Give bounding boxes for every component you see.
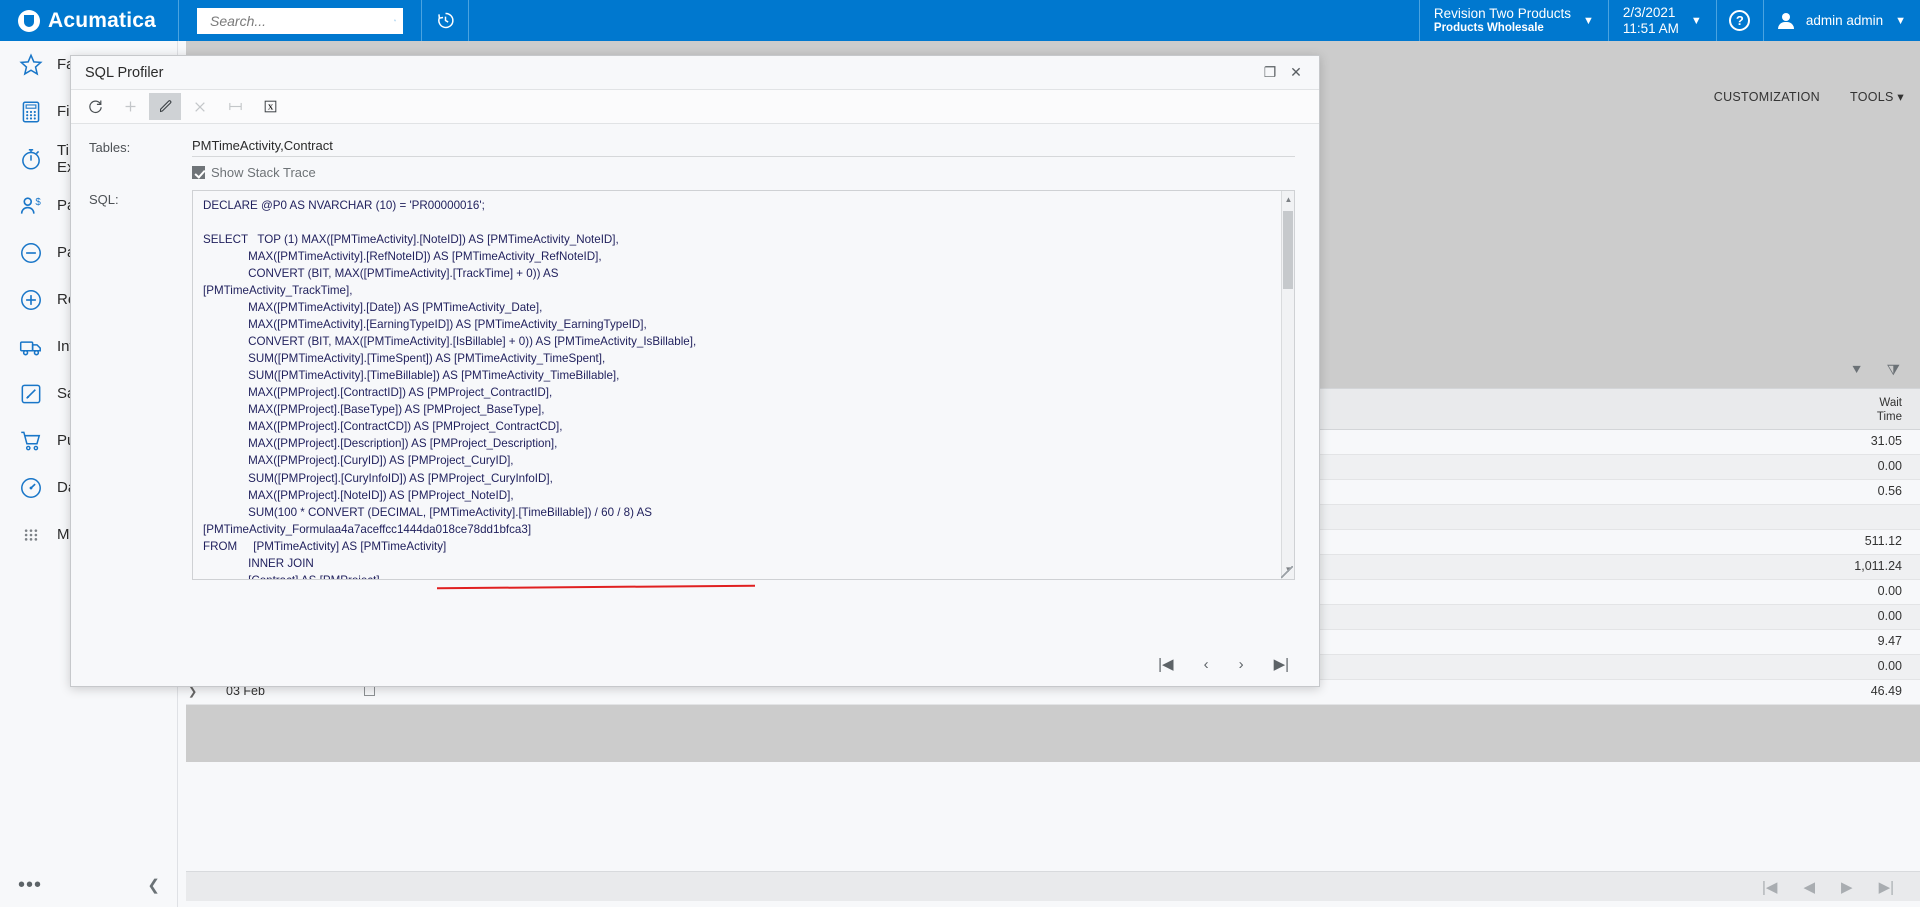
page-prev-button[interactable]: ◀ <box>1803 878 1815 896</box>
gauge-icon <box>18 475 44 501</box>
help-button[interactable]: ? <box>1717 0 1763 41</box>
column-config-icon[interactable]: ⯆ <box>1851 362 1863 379</box>
grid-toolbar-right: ⯆ ⧩ <box>1851 362 1900 379</box>
scrollbar-thumb[interactable] <box>1283 211 1293 289</box>
page-last-button[interactable]: ▶| <box>1879 878 1894 896</box>
filter-icon[interactable]: ⧩ <box>1887 362 1900 379</box>
dialog-last-button[interactable]: ▶| <box>1274 655 1289 673</box>
acumatica-logo-icon <box>18 9 40 32</box>
close-icon[interactable]: ✕ <box>1283 64 1309 81</box>
cell-wait-time: 511.12 <box>1864 534 1902 548</box>
truck-icon <box>18 334 44 360</box>
dialog-pager: |◀ ‹ › ▶| <box>71 644 1319 684</box>
resize-grip[interactable] <box>1281 566 1293 578</box>
ellipsis-icon[interactable]: ••• <box>18 874 42 897</box>
sql-textarea[interactable]: DECLARE @P0 AS NVARCHAR (10) = 'PR000000… <box>192 190 1295 580</box>
chevron-down-icon: ▼ <box>1690 14 1702 27</box>
svg-text:$: $ <box>35 196 41 207</box>
current-date: 2/3/2021 <box>1622 4 1676 20</box>
sql-label: SQL: <box>89 192 119 207</box>
dialog-next-button[interactable]: › <box>1239 656 1244 673</box>
search-icon[interactable] <box>394 12 396 29</box>
show-stack-trace-checkbox[interactable]: Show Stack Trace <box>192 165 1295 180</box>
refresh-icon[interactable] <box>79 93 111 120</box>
page-first-button[interactable]: |◀ <box>1762 878 1777 896</box>
brand-logo-area[interactable]: Acumatica <box>0 0 178 41</box>
sql-field-row: SQL: DECLARE @P0 AS NVARCHAR (10) = 'PR0… <box>71 190 1319 580</box>
dialog-toolbar: X <box>71 89 1319 124</box>
stopwatch-icon <box>18 146 44 172</box>
minus-circle-icon <box>18 240 44 266</box>
star-icon <box>18 52 44 78</box>
tables-label: Tables: <box>89 140 131 155</box>
shopping-cart-icon <box>18 428 44 454</box>
dialog-body: Tables: PMTimeActivity,Contract Show Sta… <box>71 124 1319 684</box>
red-strikethrough-annotation <box>436 584 756 590</box>
show-stack-trace-label: Show Stack Trace <box>211 165 316 180</box>
tools-menu[interactable]: TOOLS ▾ <box>1850 89 1904 104</box>
sql-profiler-dialog: SQL Profiler ❐ ✕ X Tables: PMTimeActivit… <box>70 55 1320 687</box>
cell-wait-time: 46.49 <box>1870 684 1902 698</box>
top-header: Acumatica Revision Two Products Products… <box>0 0 1920 41</box>
page-pager: |◀ ◀ ▶ ▶| <box>186 871 1920 901</box>
svg-text:X: X <box>267 102 273 111</box>
delete-icon[interactable] <box>184 93 216 120</box>
cell-wait-time: 9.47 <box>1877 634 1902 648</box>
edit-pencil-icon[interactable] <box>149 93 181 120</box>
pencil-square-icon <box>18 381 44 407</box>
page-next-button[interactable]: ▶ <box>1841 878 1853 896</box>
person-dollar-icon: $ <box>18 193 44 219</box>
cell-wait-time: 1,011.24 <box>1854 559 1902 573</box>
page-header-right: CUSTOMIZATION TOOLS ▾ <box>1714 89 1904 105</box>
company-branch: Products Wholesale <box>1433 21 1544 34</box>
chevron-left-icon[interactable]: ❮ <box>147 876 160 894</box>
sidebar-footer: ••• ❮ <box>0 863 178 907</box>
chevron-down-icon: ▾ <box>1897 90 1904 104</box>
user-name: admin admin <box>1805 13 1884 28</box>
calculator-icon <box>18 99 44 125</box>
checkbox-icon <box>192 166 205 179</box>
clock-history-icon <box>437 12 454 29</box>
cell-wait-time: 0.56 <box>1877 484 1902 498</box>
avatar-icon <box>1777 12 1794 29</box>
cell-wait-time: 0.00 <box>1877 459 1902 473</box>
dialog-prev-button[interactable]: ‹ <box>1204 656 1209 673</box>
plus-circle-icon <box>18 287 44 313</box>
fit-width-icon[interactable] <box>219 93 251 120</box>
export-excel-icon[interactable]: X <box>254 93 286 120</box>
tables-field-row: Tables: PMTimeActivity,Contract <box>71 138 1319 157</box>
datetime-selector[interactable]: 2/3/2021 11:51 AM ▼ <box>1609 0 1716 41</box>
grid-dots-icon <box>18 522 44 548</box>
brand-name: Acumatica <box>48 8 157 32</box>
sql-scrollbar[interactable]: ▲ ▼ <box>1281 191 1294 579</box>
company-name: Revision Two Products <box>1433 6 1571 22</box>
column-header-wait-time[interactable]: Wait Time <box>1877 397 1902 424</box>
sql-text[interactable]: DECLARE @P0 AS NVARCHAR (10) = 'PR000000… <box>193 191 1281 579</box>
question-mark-icon: ? <box>1729 10 1751 31</box>
user-menu[interactable]: admin admin ▼ <box>1764 0 1920 41</box>
cell-wait-time: 31.05 <box>1870 434 1902 448</box>
scroll-up-icon[interactable]: ▲ <box>1282 193 1294 207</box>
dialog-title-bar[interactable]: SQL Profiler ❐ ✕ <box>71 56 1319 89</box>
show-stack-trace-row: Show Stack Trace <box>71 165 1319 180</box>
dialog-first-button[interactable]: |◀ <box>1158 655 1173 673</box>
chevron-down-icon: ▼ <box>1582 14 1594 27</box>
current-time: 11:51 AM <box>1622 20 1679 36</box>
restore-window-icon[interactable]: ❐ <box>1257 64 1283 81</box>
search-input[interactable] <box>208 11 394 30</box>
company-selector[interactable]: Revision Two Products Products Wholesale… <box>1420 0 1608 41</box>
recent-history-button[interactable] <box>422 0 468 41</box>
customization-menu[interactable]: CUSTOMIZATION <box>1714 90 1820 104</box>
cell-wait-time: 0.00 <box>1877 584 1902 598</box>
chevron-down-icon: ▼ <box>1895 14 1906 27</box>
cell-wait-time: 0.00 <box>1877 659 1902 673</box>
search-area <box>179 0 421 41</box>
search-box[interactable] <box>197 7 403 34</box>
tools-label: TOOLS <box>1849 90 1894 104</box>
header-spacer <box>469 0 1419 41</box>
tables-value[interactable]: PMTimeActivity,Contract <box>192 138 1295 157</box>
add-icon[interactable] <box>114 93 146 120</box>
dialog-title: SQL Profiler <box>85 64 164 81</box>
cell-wait-time: 0.00 <box>1877 609 1902 623</box>
